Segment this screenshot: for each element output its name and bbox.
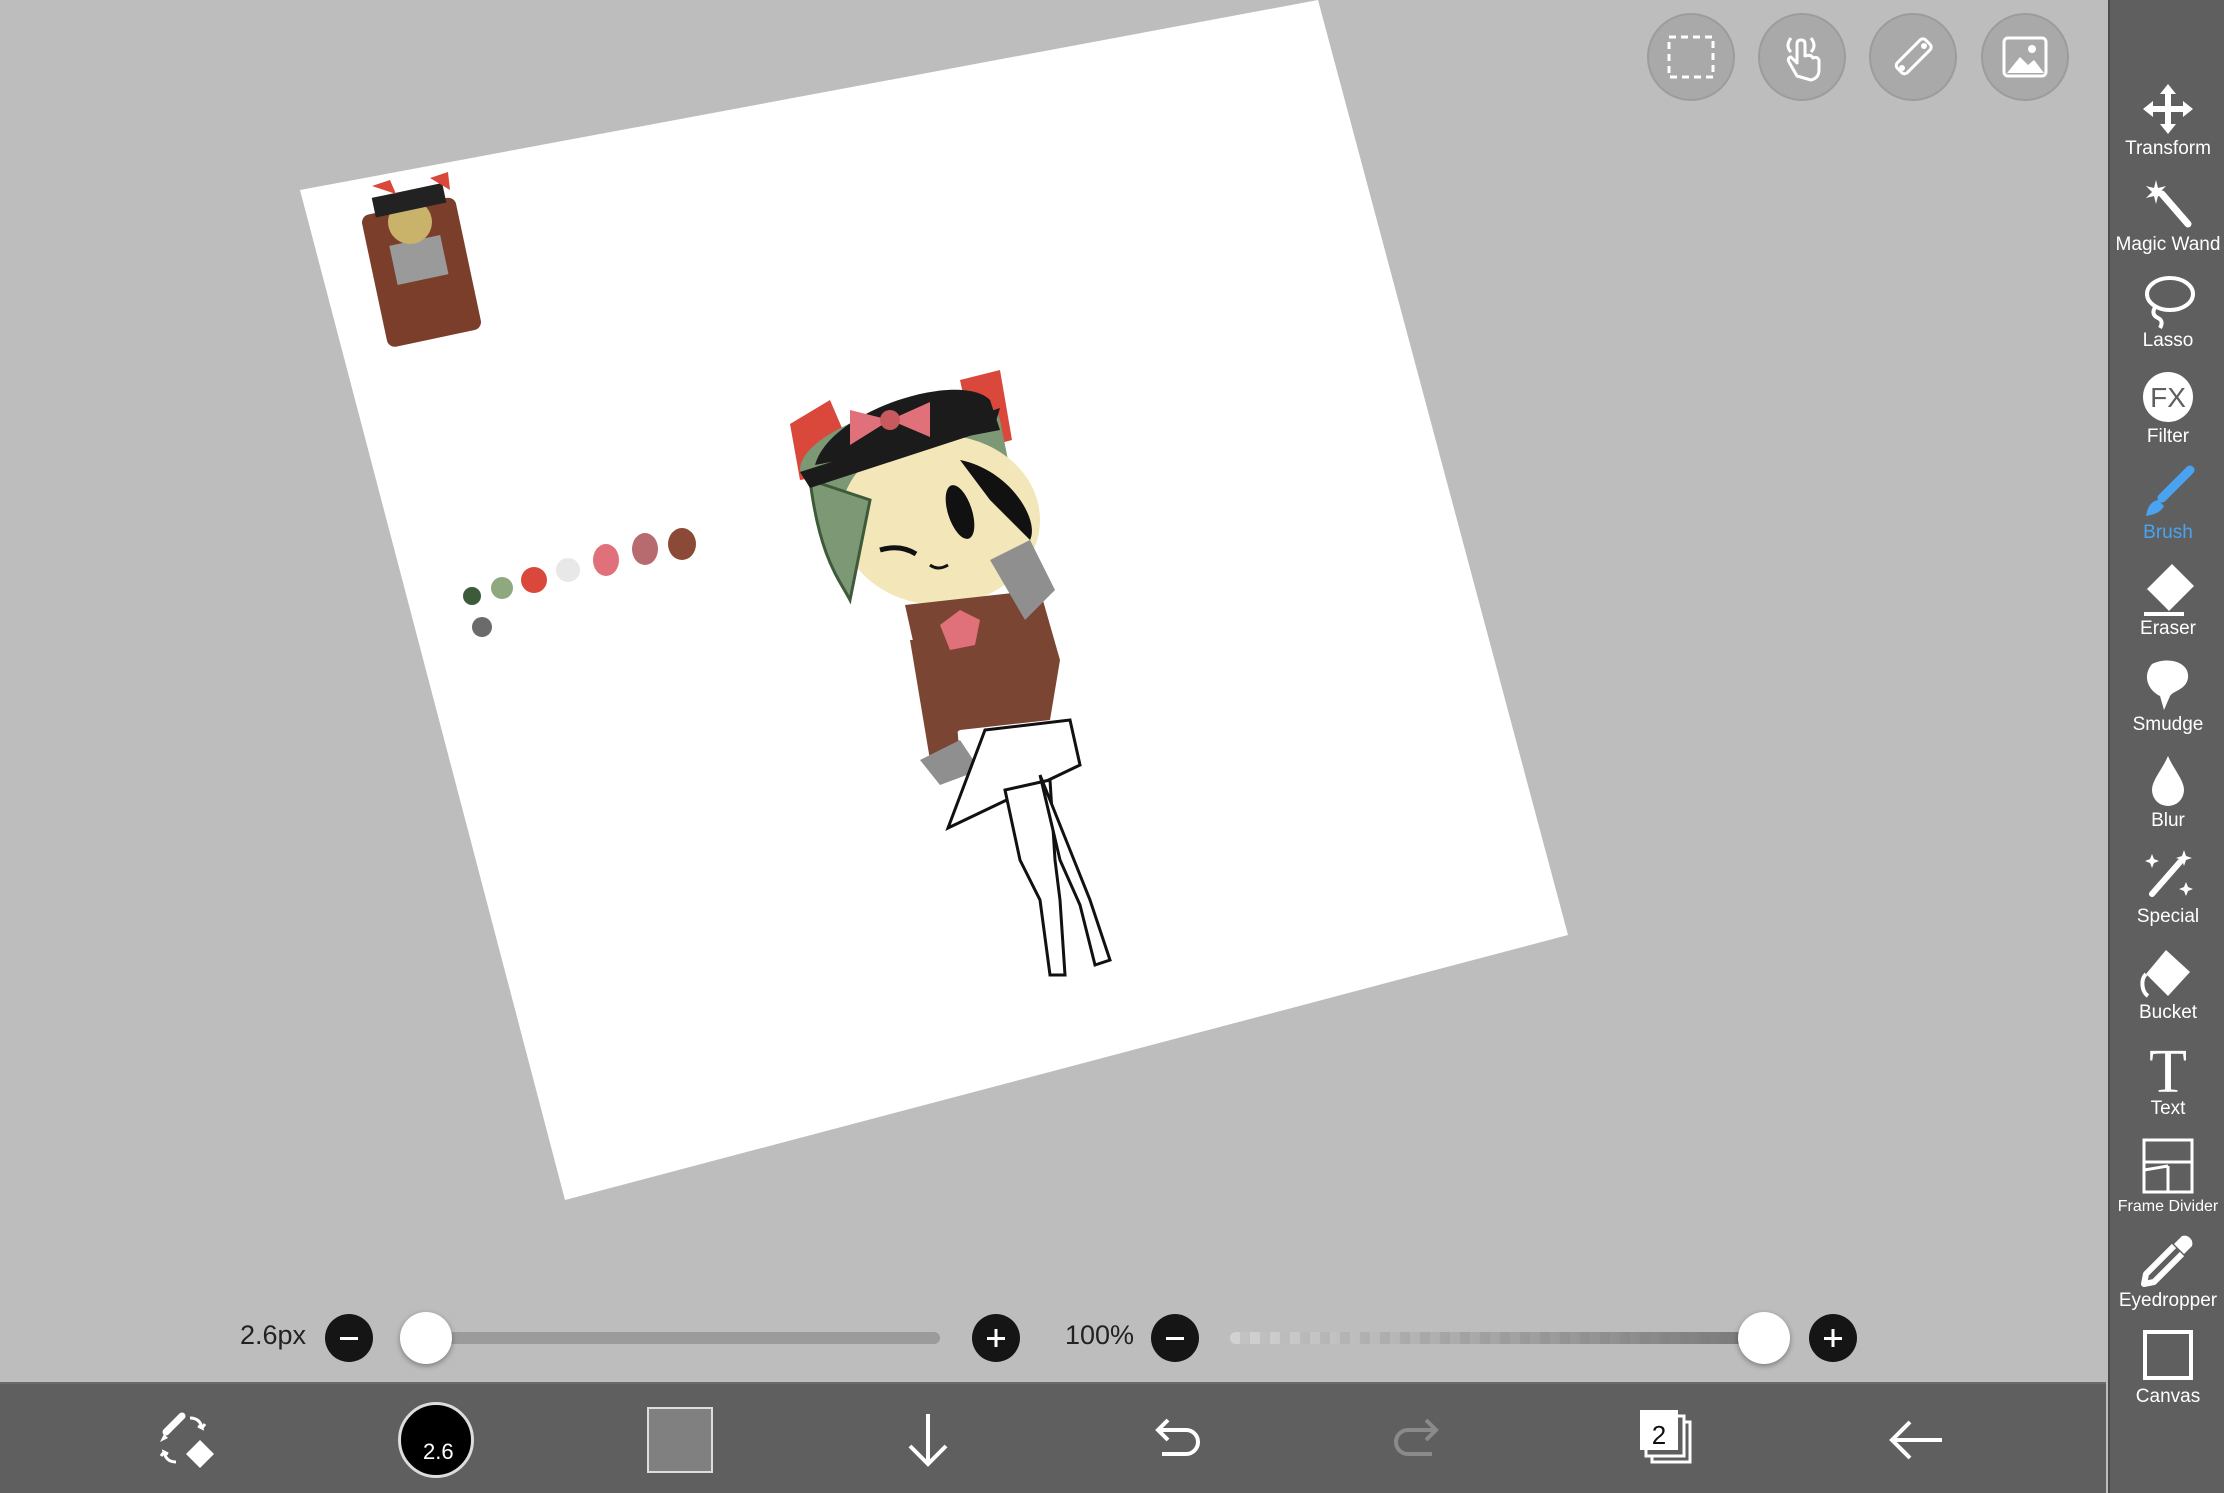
frame-divider-icon — [2142, 1138, 2194, 1194]
back-arrow-icon — [1889, 1420, 1942, 1460]
fx-icon: FX — [2143, 372, 2193, 422]
ruler-button[interactable] — [1869, 13, 1957, 101]
tool-lasso[interactable]: Lasso — [2110, 270, 2224, 362]
tool-label: Blur — [2151, 810, 2185, 831]
eraser-icon — [2144, 564, 2194, 616]
image-import-icon — [2002, 36, 2048, 78]
tool-brush[interactable]: Brush — [2110, 462, 2224, 554]
touch-gesture-button[interactable] — [1758, 13, 1846, 101]
selection-button[interactable] — [1647, 13, 1735, 101]
ruler-icon — [1894, 37, 1933, 76]
undo-icon — [1155, 1418, 1200, 1456]
redo-icon — [1394, 1418, 1439, 1456]
tool-transform[interactable]: Transform — [2110, 78, 2224, 170]
image-import-button[interactable] — [1981, 13, 2069, 101]
workspace[interactable]: 2.6px 100% — [0, 0, 2106, 1382]
lasso-icon — [2145, 276, 2195, 329]
bucket-icon — [2140, 950, 2190, 998]
svg-text:FX: FX — [2150, 382, 2186, 413]
undo-button[interactable] — [1136, 1402, 1212, 1478]
tool-frame-divider[interactable]: Frame Divider — [2110, 1134, 2224, 1226]
tool-label: Magic Wand — [2115, 234, 2221, 255]
blur-drop-icon — [2152, 756, 2184, 806]
magic-wand-icon — [2146, 180, 2192, 228]
secondary-color-button[interactable] — [642, 1402, 718, 1478]
brush-color-button[interactable]: 2.6 — [398, 1402, 474, 1478]
tool-label: Transform — [2125, 138, 2211, 159]
svg-text:T: T — [2149, 1040, 2187, 1098]
opacity-increase-button[interactable] — [1809, 1314, 1857, 1362]
plus-icon — [1824, 1329, 1842, 1347]
tool-smudge[interactable]: Smudge — [2110, 654, 2224, 746]
tool-label: Canvas — [2135, 1386, 2201, 1407]
smudge-icon — [2146, 660, 2189, 710]
tool-label: Text — [2150, 1098, 2186, 1119]
opacity-label: 100% — [1065, 1320, 1135, 1350]
tool-label: Filter — [2146, 426, 2190, 447]
layers-button[interactable]: 2 — [1630, 1402, 1706, 1478]
special-sparkle-icon — [2145, 850, 2193, 897]
tool-label: Lasso — [2142, 330, 2194, 351]
down-arrow-icon — [908, 1414, 948, 1467]
opacity-slider[interactable] — [1230, 1332, 1764, 1344]
redo-button[interactable] — [1382, 1402, 1458, 1478]
tool-filter[interactable]: FX Filter — [2110, 366, 2224, 458]
secondary-color-swatch — [647, 1407, 713, 1473]
layer-count: 2 — [1651, 1420, 1667, 1450]
touch-gesture-icon — [1786, 37, 1821, 82]
tool-eraser[interactable]: Eraser — [2110, 558, 2224, 650]
tool-magic-wand[interactable]: Magic Wand — [2110, 174, 2224, 266]
brush-eraser-swap-icon — [159, 1412, 214, 1468]
selection-icon — [1667, 35, 1715, 79]
adjustment-sliders: 2.6px 100% — [0, 1300, 2106, 1380]
plus-icon — [987, 1329, 1005, 1347]
tool-bucket[interactable]: Bucket — [2110, 942, 2224, 1034]
brush-size-label: 2.6px — [240, 1320, 307, 1350]
tool-label: Eyedropper — [2118, 1290, 2218, 1311]
canvas-icon — [2143, 1330, 2193, 1380]
brush-color-preview: 2.6 — [398, 1402, 474, 1478]
opacity-fill — [1230, 1332, 1764, 1344]
tool-canvas[interactable]: Canvas — [2110, 1326, 2224, 1418]
drawing-canvas[interactable] — [0, 0, 2106, 1382]
tool-label: Frame Divider — [2117, 1198, 2219, 1215]
tool-panel: Transform Magic Wand Lasso FX Filter Bru… — [2108, 0, 2224, 1493]
tool-text[interactable]: T Text — [2110, 1038, 2224, 1130]
tool-label: Smudge — [2132, 714, 2204, 735]
minus-icon — [340, 1337, 358, 1340]
minus-icon — [1166, 1337, 1184, 1340]
brush-size-slider[interactable] — [405, 1332, 940, 1344]
brush-size-preview-label: 2.6 — [423, 1439, 454, 1464]
opacity-decrease-button[interactable] — [1151, 1314, 1199, 1362]
brush-size-slider-knob[interactable] — [400, 1312, 453, 1364]
tool-label: Bucket — [2138, 1002, 2198, 1023]
tool-blur[interactable]: Blur — [2110, 750, 2224, 842]
move-arrows-icon — [2143, 84, 2193, 134]
bottom-toolbar: 2.6 2 — [0, 1382, 2106, 1493]
brush-size-increase-button[interactable] — [972, 1314, 1020, 1362]
tool-label: Special — [2136, 906, 2200, 927]
opacity-slider-knob[interactable] — [1738, 1312, 1790, 1364]
brush-size-decrease-button[interactable] — [325, 1314, 373, 1362]
tool-label: Eraser — [2140, 618, 2196, 639]
tool-special[interactable]: Special — [2110, 846, 2224, 938]
tool-label: Brush — [2143, 522, 2193, 543]
eyedropper-icon — [2141, 1235, 2193, 1287]
text-icon: T — [2149, 1038, 2187, 1106]
merge-down-button[interactable] — [890, 1402, 966, 1478]
brush-eraser-swap-button[interactable] — [150, 1402, 226, 1478]
tool-eyedropper[interactable]: Eyedropper — [2110, 1230, 2224, 1322]
brush-icon — [2146, 465, 2195, 516]
back-button[interactable] — [1878, 1402, 1954, 1478]
